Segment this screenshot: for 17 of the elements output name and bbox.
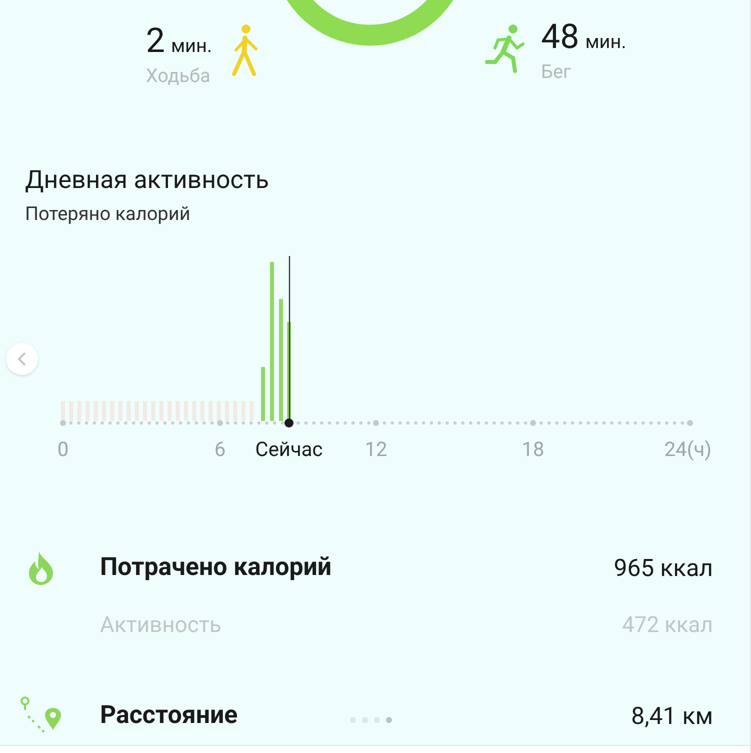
walking-minutes: 2 bbox=[146, 24, 165, 58]
activity-bars-drawing: 0 6 Сейчас 12 18 24(ч) bbox=[0, 248, 750, 469]
running-person-icon bbox=[485, 24, 527, 74]
stat-label: Потрачено калорий bbox=[100, 552, 332, 584]
stat-value: 965 ккал bbox=[614, 552, 713, 584]
previous-button[interactable] bbox=[6, 342, 38, 375]
stat-label: Расстояние bbox=[100, 700, 238, 732]
flame-icon bbox=[27, 550, 55, 585]
walking-unit: мин. bbox=[170, 36, 212, 55]
section-subtitle: Потеряно калорий bbox=[25, 201, 190, 228]
stat-value: 8,41 км bbox=[631, 700, 713, 732]
chevron-left-icon bbox=[17, 352, 27, 366]
section-title: Дневная активность bbox=[25, 165, 269, 196]
running-label: Бег bbox=[541, 59, 572, 85]
running-minutes: 48 bbox=[541, 20, 580, 54]
running-unit: мин. bbox=[585, 32, 626, 51]
walking-label: Ходьба bbox=[146, 63, 210, 89]
